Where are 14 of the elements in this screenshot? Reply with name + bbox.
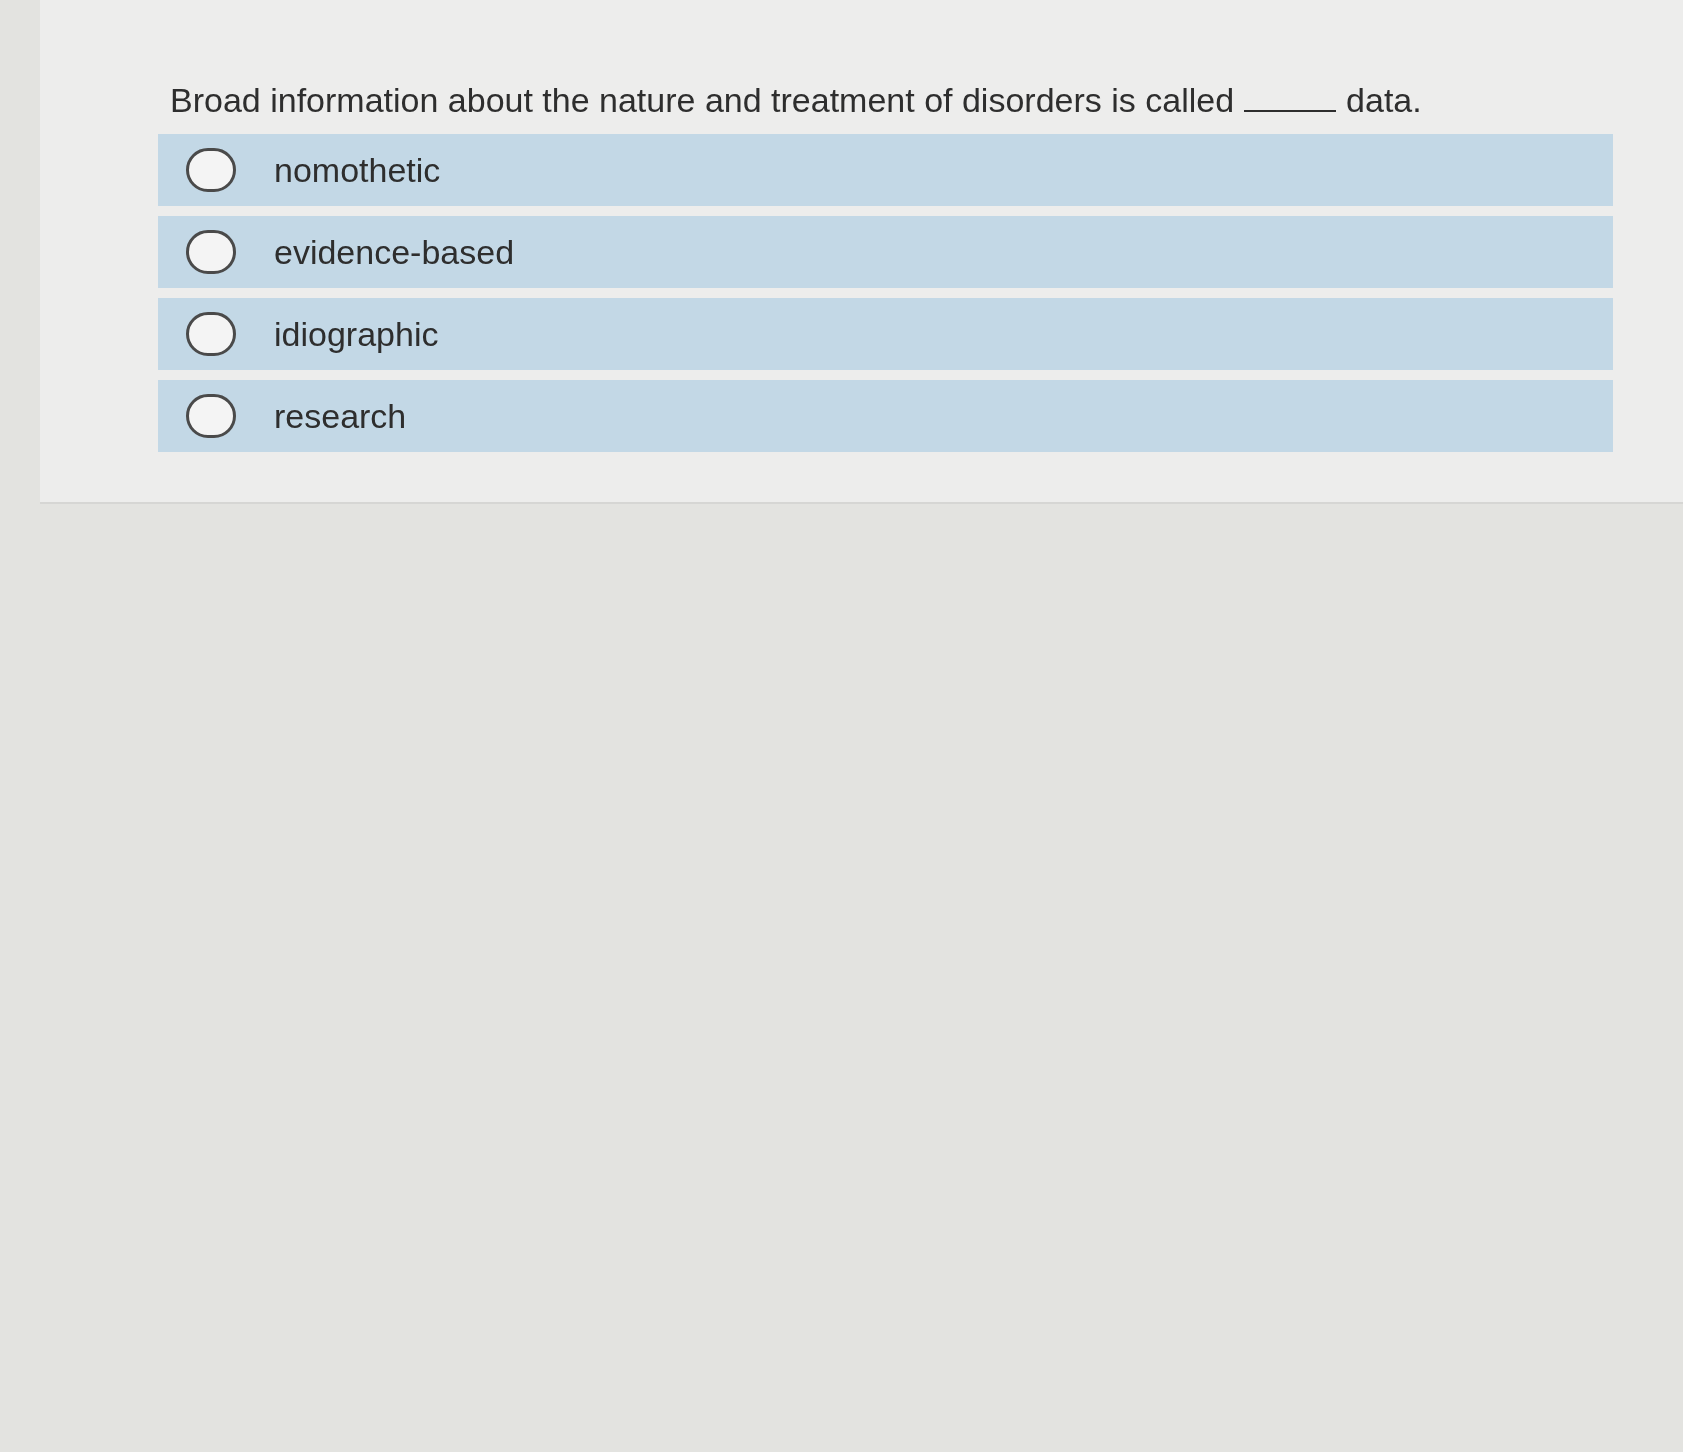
question-text: data. <box>1346 80 1422 121</box>
answer-option[interactable]: idiographic <box>158 298 1613 370</box>
radio-button[interactable] <box>186 394 236 438</box>
option-label: nomothetic <box>274 149 441 191</box>
radio-button[interactable] <box>186 148 236 192</box>
radio-button[interactable] <box>186 312 236 356</box>
answer-option[interactable]: evidence-based <box>158 216 1613 288</box>
answer-option[interactable]: research <box>158 380 1613 452</box>
question-text: Broad information about the nature and treatment of disorders is called <box>170 80 1235 121</box>
option-label: research <box>274 395 407 437</box>
option-label: idiographic <box>274 313 439 355</box>
answer-option[interactable]: nomothetic <box>158 134 1613 206</box>
option-label: evidence-based <box>274 231 515 273</box>
radio-button[interactable] <box>186 230 236 274</box>
